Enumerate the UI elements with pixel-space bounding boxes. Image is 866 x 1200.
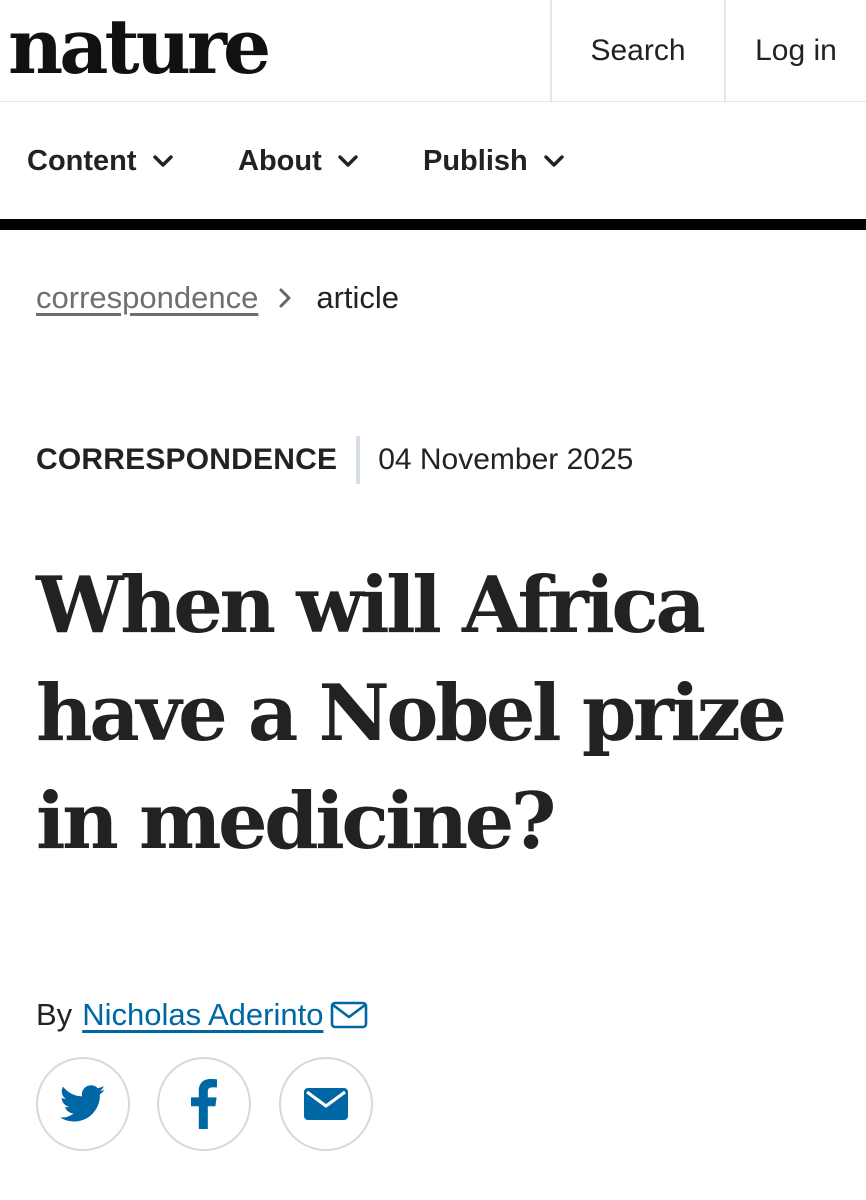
nav-item-publish[interactable]: Publish bbox=[423, 103, 564, 219]
byline-prefix: By bbox=[36, 997, 73, 1032]
title-line: in medicine? bbox=[36, 776, 557, 867]
share-twitter-button[interactable] bbox=[36, 1057, 130, 1151]
title-line: When will Africa bbox=[36, 560, 706, 651]
meta-divider bbox=[356, 436, 361, 484]
author-email-icon[interactable] bbox=[330, 1000, 368, 1030]
nav-item-label: About bbox=[238, 144, 322, 177]
main-nav: Content About Publish bbox=[0, 103, 866, 219]
login-button[interactable]: Log in bbox=[724, 0, 866, 102]
breadcrumb-link-correspondence[interactable]: correspondence bbox=[36, 280, 258, 316]
chevron-down-icon bbox=[152, 155, 173, 167]
breadcrumb-current: article bbox=[316, 280, 400, 315]
nav-item-content[interactable]: Content bbox=[27, 103, 173, 219]
nav-item-about[interactable]: About bbox=[238, 103, 358, 219]
chevron-down-icon bbox=[338, 155, 358, 167]
byline: By Nicholas Aderinto bbox=[36, 993, 368, 1037]
twitter-icon bbox=[60, 1085, 106, 1122]
search-label: Search bbox=[590, 34, 686, 67]
header-divider bbox=[0, 219, 866, 230]
publication-date: 04 November 2025 bbox=[378, 443, 634, 476]
search-button[interactable]: Search bbox=[550, 0, 724, 102]
title-line: have a Nobel prize bbox=[36, 668, 787, 759]
nature-logo[interactable]: nature bbox=[8, 2, 271, 92]
chevron-down-icon bbox=[544, 155, 564, 167]
article-meta: CORRESPONDENCE 04 November 2025 bbox=[36, 436, 633, 484]
nav-item-label: Content bbox=[27, 144, 137, 177]
login-label: Log in bbox=[755, 34, 837, 67]
site-header: nature Search Log in bbox=[0, 0, 866, 102]
chevron-right-icon bbox=[278, 287, 292, 309]
share-facebook-button[interactable] bbox=[157, 1057, 251, 1151]
article-title: When will Africa have a Nobel prize in m… bbox=[36, 552, 836, 876]
share-email-button[interactable] bbox=[279, 1057, 373, 1151]
facebook-icon bbox=[191, 1079, 217, 1129]
nav-item-label: Publish bbox=[423, 144, 528, 177]
article-type[interactable]: CORRESPONDENCE bbox=[36, 443, 337, 477]
author-link[interactable]: Nicholas Aderinto bbox=[82, 997, 323, 1033]
email-icon bbox=[304, 1088, 348, 1120]
breadcrumb: correspondence article bbox=[36, 276, 399, 320]
